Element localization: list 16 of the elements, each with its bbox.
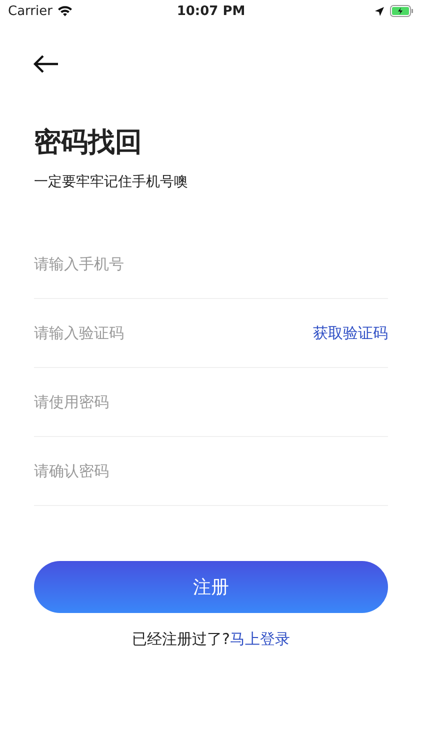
footer-text: 已经注册过了? — [132, 630, 230, 649]
carrier-label: Carrier — [8, 4, 52, 18]
input-field[interactable]: 请确认密码 — [34, 451, 388, 491]
status-time: 10:07 PM — [176, 4, 246, 18]
page-title: 密码找回 — [34, 126, 143, 160]
input-field[interactable]: 请输入手机号 — [34, 244, 388, 284]
location-icon — [374, 6, 385, 16]
page-subtitle: 一定要牢牢记住手机号噢 — [34, 173, 189, 191]
back-arrow-icon[interactable] — [33, 54, 59, 74]
login-link[interactable]: 马上登录 — [230, 630, 290, 649]
input-field[interactable]: 请使用密码 — [34, 382, 388, 422]
get-code-link[interactable]: 获取验证码 — [313, 324, 388, 342]
wifi-icon — [57, 5, 74, 17]
battery-icon — [390, 5, 414, 17]
register-button[interactable]: 注册 — [34, 561, 388, 613]
input-field[interactable]: 请输入验证码 — [34, 313, 313, 353]
